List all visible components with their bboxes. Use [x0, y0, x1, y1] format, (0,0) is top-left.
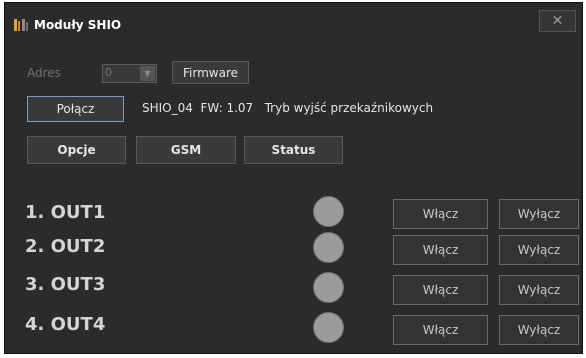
firmware-button-label: Firmware — [183, 65, 238, 80]
options-button-label: Opcje — [57, 143, 96, 157]
output-label: 1. OUT1 — [25, 202, 106, 223]
title-bar: Moduły SHIO ✕ — [5, 3, 582, 43]
output-on-button-label: Włącz — [422, 323, 459, 337]
chevron-down-icon[interactable]: ▼ — [140, 66, 155, 81]
output-off-button[interactable]: Wyłącz — [499, 199, 579, 229]
address-label: Adres — [27, 66, 61, 80]
output-label: 2. OUT2 — [25, 236, 106, 257]
connect-button-label: Połącz — [56, 102, 95, 116]
app-window: Moduły SHIO ✕ Adres 0 ▼ Firmware Połącz … — [4, 2, 583, 354]
gsm-button-label: GSM — [170, 143, 202, 157]
output-off-button[interactable]: Wyłącz — [499, 235, 579, 265]
firmware-button[interactable]: Firmware — [172, 61, 249, 84]
output-off-button[interactable]: Wyłącz — [499, 275, 579, 305]
output-off-button-label: Wyłącz — [517, 207, 561, 221]
connection-status: SHIO_04 FW: 1.07 Tryb wyjść przekaźnikow… — [142, 101, 434, 115]
output-on-button-label: Włącz — [422, 207, 459, 221]
status-button-label: Status — [271, 143, 316, 157]
output-on-button[interactable]: Włącz — [393, 315, 488, 345]
output-on-button-label: Włącz — [422, 283, 459, 297]
connect-button[interactable]: Połącz — [27, 96, 124, 122]
options-button[interactable]: Opcje — [27, 136, 126, 164]
close-icon: ✕ — [551, 13, 564, 29]
output-on-button[interactable]: Włącz — [393, 275, 488, 305]
gsm-button[interactable]: GSM — [136, 136, 236, 164]
output-status-led — [313, 312, 344, 343]
output-on-button[interactable]: Włącz — [393, 235, 488, 265]
output-status-led — [313, 272, 344, 303]
output-off-button-label: Wyłącz — [517, 243, 561, 257]
relay-module-icon — [13, 17, 29, 33]
output-status-led — [313, 232, 344, 263]
address-value: 0 — [105, 66, 112, 79]
output-off-button-label: Wyłącz — [517, 283, 561, 297]
output-off-button-label: Wyłącz — [517, 323, 561, 337]
close-button[interactable]: ✕ — [539, 10, 576, 32]
output-label: 4. OUT4 — [25, 314, 106, 335]
output-on-button[interactable]: Włącz — [393, 199, 488, 229]
window-title: Moduły SHIO — [34, 18, 122, 32]
output-off-button[interactable]: Wyłącz — [499, 315, 579, 345]
output-label: 3. OUT3 — [25, 274, 106, 295]
output-on-button-label: Włącz — [422, 243, 459, 257]
address-select[interactable]: 0 ▼ — [102, 64, 157, 83]
status-button[interactable]: Status — [244, 136, 343, 164]
output-status-led — [313, 196, 344, 227]
